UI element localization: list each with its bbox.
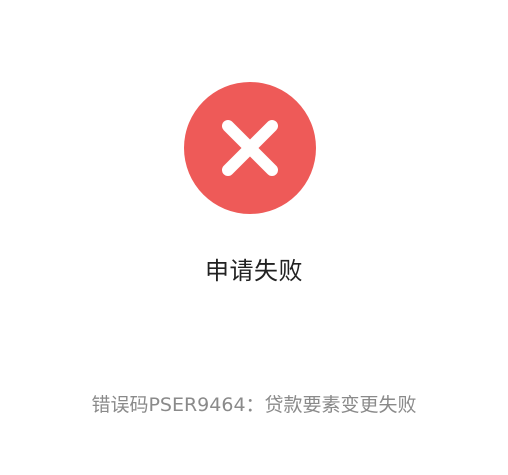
- failure-result-screen: 申请失败 错误码PSER9464：贷款要素变更失败: [0, 0, 508, 475]
- error-message: 错误码PSER9464：贷款要素变更失败: [91, 394, 417, 416]
- failure-status-icon: [184, 82, 316, 214]
- close-icon: [184, 82, 316, 214]
- result-title: 申请失败: [205, 257, 303, 285]
